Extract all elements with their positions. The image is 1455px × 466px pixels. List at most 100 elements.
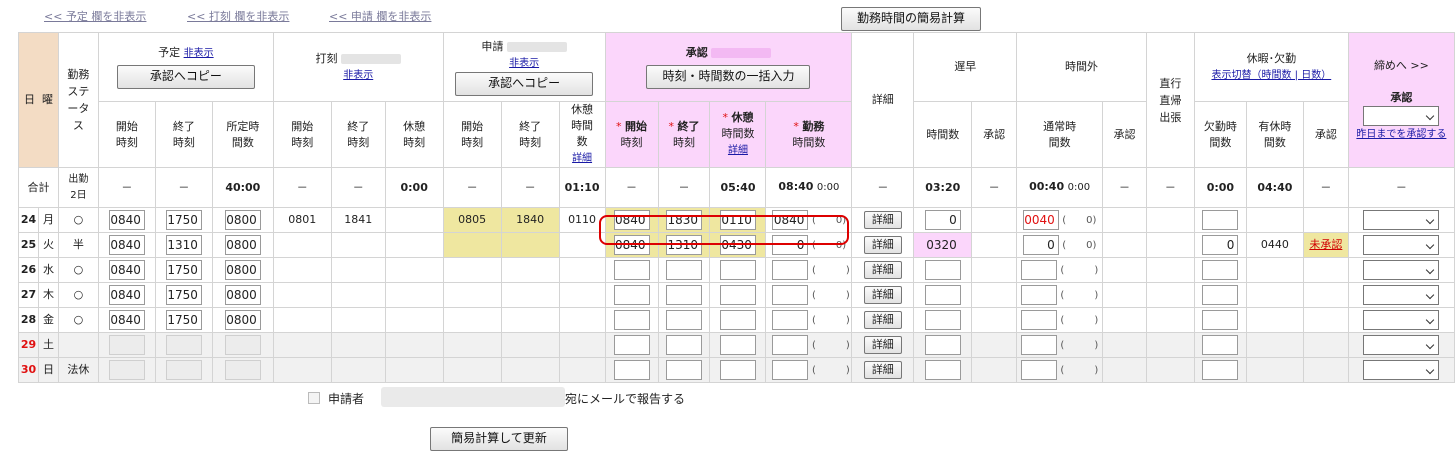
appr-end-input[interactable]: [666, 285, 702, 305]
appr-break-input[interactable]: [719, 285, 756, 305]
absence-input[interactable]: [1202, 260, 1239, 280]
hide-plan-inline-link[interactable]: 非表示: [184, 48, 214, 59]
row-close-select[interactable]: [1363, 360, 1440, 380]
appr-work-input[interactable]: 0: [772, 235, 809, 255]
hide-plan-link[interactable]: << 予定 欄を非表示: [44, 8, 146, 24]
late-input[interactable]: 0320: [925, 235, 961, 255]
absence-input[interactable]: [1202, 285, 1239, 305]
row-detail-button[interactable]: 詳細: [863, 361, 902, 379]
ot-input[interactable]: [1020, 335, 1057, 355]
simple-calc-button[interactable]: 勤務時間の簡易計算: [841, 7, 981, 31]
plan-start-input[interactable]: 0840: [108, 285, 145, 305]
absence-input[interactable]: [1202, 210, 1239, 230]
go-to-close-link[interactable]: 締めへ >>: [1374, 59, 1429, 72]
late-input[interactable]: [924, 360, 961, 380]
appr-work-input[interactable]: [772, 360, 809, 380]
appr-start-input[interactable]: [613, 310, 650, 330]
req-break-header: 休憩時間数 詳細: [558, 101, 606, 168]
plan-hours-input[interactable]: 0800: [224, 235, 261, 255]
absence-input[interactable]: [1202, 360, 1239, 380]
absence-input[interactable]: [1202, 335, 1239, 355]
plan-start-input[interactable]: 0840: [108, 260, 145, 280]
plan-end-input[interactable]: 1310: [165, 235, 202, 255]
plan-end-input[interactable]: 1750: [165, 260, 202, 280]
hide-request-link[interactable]: << 申請 欄を非表示: [329, 8, 431, 24]
plan-start-input[interactable]: 0840: [108, 210, 145, 230]
req-break-detail-link[interactable]: 詳細: [572, 153, 592, 164]
plan-end-input[interactable]: 1750: [165, 285, 202, 305]
appr-start-input[interactable]: 0840: [613, 235, 650, 255]
row-detail-button[interactable]: 詳細: [863, 336, 902, 354]
row-detail-button[interactable]: 詳細: [863, 261, 902, 279]
ot-input[interactable]: [1020, 260, 1057, 280]
plan-start-input[interactable]: 0840: [108, 310, 145, 330]
plan-end-input[interactable]: 1750: [165, 310, 202, 330]
row-close-select[interactable]: [1363, 335, 1440, 355]
hide-stamp-inline-link[interactable]: 非表示: [343, 70, 373, 81]
absence-input[interactable]: 0: [1202, 235, 1239, 255]
late-input[interactable]: [924, 260, 961, 280]
appr-start-input[interactable]: [613, 260, 650, 280]
row-detail-button[interactable]: 詳細: [863, 311, 902, 329]
absence-input[interactable]: [1202, 310, 1239, 330]
plan-hours-input[interactable]: 0800: [224, 210, 261, 230]
ot-input[interactable]: [1020, 285, 1057, 305]
plan-hours-input[interactable]: 0800: [224, 310, 261, 330]
appr-work-input[interactable]: [772, 335, 809, 355]
appr-end-input[interactable]: [666, 310, 702, 330]
late-input[interactable]: [924, 310, 961, 330]
appr-break-input[interactable]: 0110: [719, 210, 756, 230]
appr-start-input[interactable]: 0840: [613, 210, 650, 230]
appr-end-input[interactable]: 1830: [666, 210, 702, 230]
appr-break-input[interactable]: [719, 335, 756, 355]
row-close-select[interactable]: [1363, 235, 1440, 255]
appr-work-input[interactable]: [772, 285, 809, 305]
appr-work-input[interactable]: [772, 260, 809, 280]
ot-input[interactable]: 0: [1022, 235, 1059, 255]
late-input[interactable]: [924, 285, 961, 305]
appr-start-input[interactable]: [613, 360, 650, 380]
req-break: 0110: [558, 207, 606, 233]
appr-break-input[interactable]: [719, 360, 756, 380]
toggle-display-link[interactable]: 表示切替（時間数 | 日数）: [1211, 70, 1331, 81]
row-close-select[interactable]: [1363, 285, 1440, 305]
appr-end-input[interactable]: [666, 335, 702, 355]
appr-work-input[interactable]: [772, 310, 809, 330]
row-close-select[interactable]: [1363, 210, 1440, 230]
appr-end-input[interactable]: [666, 260, 702, 280]
ot-input[interactable]: 0040: [1022, 210, 1059, 230]
late-input[interactable]: 0: [924, 210, 961, 230]
appr-break-detail-link[interactable]: 詳細: [728, 145, 748, 156]
req-start: [442, 307, 502, 333]
plan-copy-to-approval-button[interactable]: 承認へコピー: [116, 65, 255, 89]
appr-break-input[interactable]: [719, 260, 756, 280]
unapproved-link[interactable]: 未承認: [1309, 238, 1342, 251]
row-detail-button[interactable]: 詳細: [863, 236, 902, 254]
row-detail-button[interactable]: 詳細: [863, 286, 902, 304]
plan-hours-input[interactable]: 0800: [224, 260, 261, 280]
appr-break-input[interactable]: 0430: [719, 235, 756, 255]
request-copy-to-approval-button[interactable]: 承認へコピー: [455, 71, 594, 96]
calc-update-button[interactable]: 簡易計算して更新: [430, 427, 568, 451]
plan-end-input[interactable]: 1750: [165, 210, 202, 230]
mail-report-checkbox[interactable]: [308, 392, 320, 404]
approve-until-yesterday-link[interactable]: 昨日までを承認する: [1356, 129, 1446, 140]
appr-end-input[interactable]: [666, 360, 702, 380]
appr-start-input[interactable]: [613, 285, 650, 305]
appr-work-input[interactable]: 0840: [772, 210, 809, 230]
hide-request-inline-link[interactable]: 非表示: [509, 58, 539, 69]
bulk-input-button[interactable]: 時刻・時間数の一括入力: [646, 65, 811, 89]
close-approval-select[interactable]: [1363, 105, 1440, 126]
appr-start-input[interactable]: [613, 335, 650, 355]
row-close-select[interactable]: [1363, 310, 1440, 330]
row-close-select[interactable]: [1363, 260, 1440, 280]
hide-stamp-link[interactable]: << 打刻 欄を非表示: [187, 8, 289, 24]
row-detail-button[interactable]: 詳細: [863, 211, 902, 229]
plan-hours-input[interactable]: 0800: [224, 285, 261, 305]
appr-end-input[interactable]: 1310: [666, 235, 702, 255]
ot-input[interactable]: [1020, 360, 1057, 380]
ot-input[interactable]: [1020, 310, 1057, 330]
plan-start-input[interactable]: 0840: [108, 235, 145, 255]
late-input[interactable]: [924, 335, 961, 355]
appr-break-input[interactable]: [719, 310, 756, 330]
